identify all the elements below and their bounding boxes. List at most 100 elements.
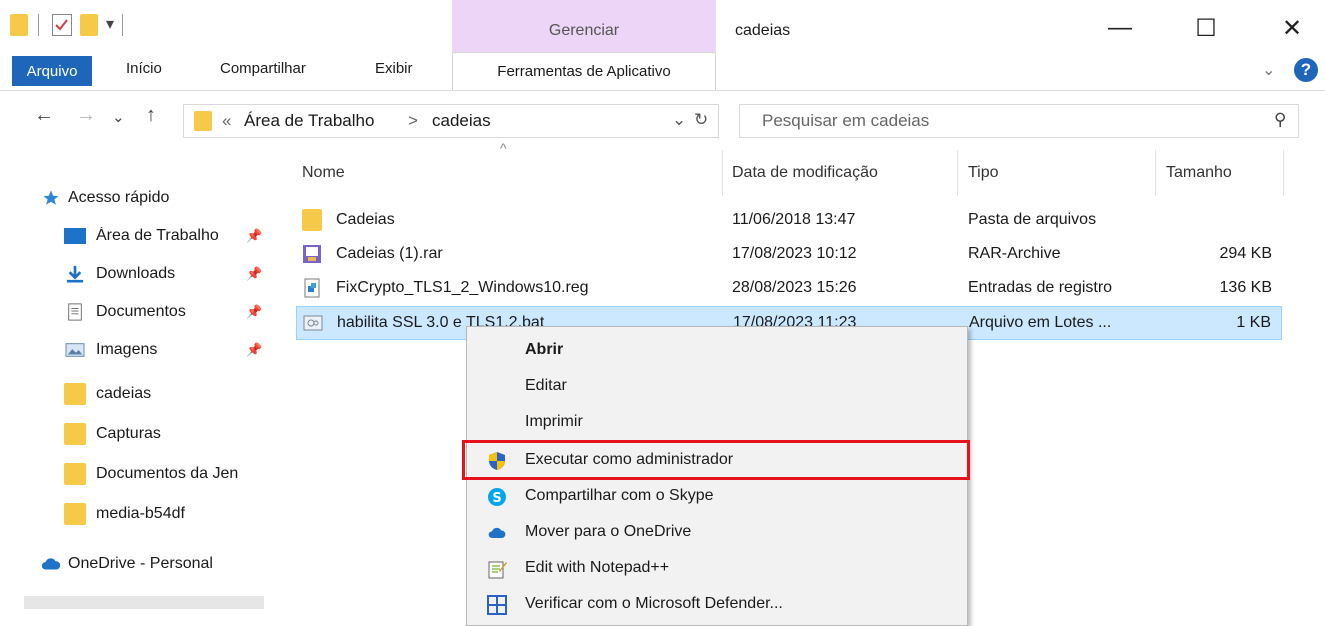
defender-icon bbox=[487, 595, 507, 615]
search-input[interactable]: Pesquisar em cadeias bbox=[762, 111, 929, 131]
tab-application-tools-label: Ferramentas de Aplicativo bbox=[497, 63, 671, 80]
column-divider[interactable] bbox=[1283, 150, 1284, 196]
column-header-date[interactable]: Data de modificação bbox=[732, 164, 878, 182]
sidebar-item-label: media-b54df bbox=[96, 505, 185, 522]
back-button[interactable]: ← bbox=[34, 104, 54, 127]
address-bar[interactable]: « Área de Trabalho > cadeias ⌄ ↻ bbox=[183, 104, 719, 138]
file-date: 28/08/2023 15:26 bbox=[732, 279, 857, 296]
address-dropdown-icon[interactable]: ⌄ bbox=[672, 110, 686, 130]
highlight-annotation-box bbox=[462, 440, 970, 480]
pin-icon[interactable]: 📌 bbox=[246, 228, 262, 244]
sidebar-item-media[interactable]: media-b54df bbox=[0, 496, 268, 532]
file-type: Arquivo em Lotes ... bbox=[969, 314, 1112, 331]
sidebar-item-downloads[interactable]: Downloads 📌 bbox=[0, 256, 268, 292]
breadcrumb-overflow[interactable]: « bbox=[222, 111, 231, 131]
images-icon bbox=[65, 343, 85, 357]
separator bbox=[122, 14, 123, 36]
sidebar-item-label: Imagens bbox=[96, 341, 158, 358]
manage-tab-group: Gerenciar bbox=[452, 0, 716, 52]
close-button[interactable]: ✕ bbox=[1262, 10, 1322, 46]
table-row[interactable]: Cadeias 11/06/2018 13:47 Pasta de arquiv… bbox=[296, 204, 1282, 238]
window-title: cadeias bbox=[735, 22, 791, 39]
menu-item-label: Verificar com o Microsoft Defender... bbox=[525, 595, 783, 612]
pin-icon[interactable]: 📌 bbox=[246, 342, 262, 358]
tab-view[interactable]: Exibir bbox=[375, 60, 413, 77]
table-row[interactable]: Cadeias (1).rar 17/08/2023 10:12 RAR-Arc… bbox=[296, 238, 1282, 272]
maximize-button[interactable]: ☐ bbox=[1176, 10, 1236, 46]
new-folder-icon[interactable] bbox=[80, 14, 98, 36]
folder-icon bbox=[64, 503, 86, 525]
notepadpp-icon bbox=[488, 561, 507, 579]
properties-icon[interactable] bbox=[52, 14, 72, 36]
up-button[interactable]: ↑ bbox=[146, 104, 156, 127]
file-type: RAR-Archive bbox=[968, 245, 1061, 262]
column-divider[interactable] bbox=[722, 150, 723, 196]
help-icon[interactable]: ? bbox=[1294, 58, 1318, 82]
column-divider[interactable] bbox=[1155, 150, 1156, 196]
menu-item-defender-scan[interactable]: Verificar com o Microsoft Defender... bbox=[467, 587, 967, 623]
minimize-button[interactable]: — bbox=[1090, 10, 1150, 46]
sidebar-item-desktop[interactable]: Área de Trabalho 📌 bbox=[0, 218, 268, 254]
ribbon-collapse-icon[interactable]: ⌄ bbox=[1262, 60, 1275, 80]
search-icon[interactable]: ⚲ bbox=[1274, 110, 1286, 130]
menu-item-open[interactable]: Abrir bbox=[467, 333, 967, 369]
table-row[interactable]: FixCrypto_TLS1_2_Windows10.reg 28/08/202… bbox=[296, 272, 1282, 306]
sidebar-item-capturas[interactable]: Capturas bbox=[0, 416, 268, 452]
menu-item-print[interactable]: Imprimir bbox=[467, 405, 967, 441]
search-box[interactable]: Pesquisar em cadeias ⚲ bbox=[739, 104, 1299, 138]
column-header-name[interactable]: Nome bbox=[302, 164, 345, 182]
menu-item-label: Compartilhar com o Skype bbox=[525, 487, 714, 504]
folder-icon bbox=[64, 463, 86, 485]
sidebar-item-documents[interactable]: Documentos 📌 bbox=[0, 294, 268, 330]
breadcrumb-cadeias[interactable]: cadeias bbox=[432, 111, 491, 131]
file-type: Pasta de arquivos bbox=[968, 211, 1097, 228]
tab-application-tools[interactable]: Ferramentas de Aplicativo bbox=[452, 52, 716, 90]
pin-icon[interactable]: 📌 bbox=[246, 304, 262, 320]
folder-icon bbox=[194, 111, 212, 131]
file-size: 294 KB bbox=[1219, 245, 1272, 262]
tab-share[interactable]: Compartilhar bbox=[220, 60, 306, 77]
menu-item-edit-notepadpp[interactable]: Edit with Notepad++ bbox=[467, 551, 967, 587]
tab-file[interactable]: Arquivo bbox=[12, 56, 92, 86]
column-header-type[interactable]: Tipo bbox=[968, 164, 999, 182]
onedrive-icon bbox=[488, 527, 506, 538]
skype-icon: S bbox=[488, 488, 506, 506]
sidebar-item-onedrive[interactable]: OneDrive - Personal bbox=[0, 546, 268, 582]
reg-icon bbox=[304, 278, 320, 298]
document-icon bbox=[68, 303, 82, 321]
sidebar-item-label: Acesso rápido bbox=[68, 189, 170, 206]
forward-button[interactable]: → bbox=[76, 104, 96, 127]
file-date: 11/06/2018 13:47 bbox=[732, 211, 856, 228]
bat-icon bbox=[303, 315, 323, 331]
sidebar-item-cadeias[interactable]: cadeias bbox=[0, 376, 268, 412]
breadcrumb-separator[interactable]: > bbox=[408, 111, 418, 131]
tab-home[interactable]: Início bbox=[126, 60, 162, 77]
customize-quick-access[interactable]: ▾ bbox=[106, 14, 114, 34]
pin-icon[interactable]: 📌 bbox=[246, 266, 262, 282]
folder-icon bbox=[64, 383, 86, 405]
sidebar-item-label: Downloads bbox=[96, 265, 176, 282]
column-divider[interactable] bbox=[957, 150, 958, 196]
menu-item-edit[interactable]: Editar bbox=[467, 369, 967, 405]
sidebar-item-label: Documentos da Jen bbox=[96, 465, 239, 482]
menu-item-share-skype[interactable]: S Compartilhar com o Skype bbox=[467, 479, 967, 515]
manage-tab-group-label: Gerenciar bbox=[548, 22, 620, 39]
refresh-icon[interactable]: ↻ bbox=[694, 110, 708, 130]
sort-ascending-icon: ^ bbox=[500, 140, 507, 156]
folder-icon bbox=[302, 209, 322, 231]
sidebar-item-quick-access[interactable]: Acesso rápido bbox=[0, 180, 268, 216]
sidebar-item-documentos-da-jen[interactable]: Documentos da Jen bbox=[0, 456, 268, 492]
sidebar-item-images[interactable]: Imagens 📌 bbox=[0, 332, 268, 368]
folder-icon[interactable] bbox=[10, 14, 28, 36]
sidebar-item-label: Área de Trabalho bbox=[96, 227, 219, 244]
recent-locations-button[interactable]: ⌄ bbox=[112, 108, 125, 126]
column-header-size[interactable]: Tamanho bbox=[1166, 164, 1232, 182]
menu-item-label: Abrir bbox=[525, 341, 564, 358]
file-type: Entradas de registro bbox=[968, 279, 1113, 296]
menu-item-move-onedrive[interactable]: Mover para o OneDrive bbox=[467, 515, 967, 551]
sidebar-item-partial bbox=[24, 596, 264, 609]
file-size: 136 KB bbox=[1219, 279, 1272, 296]
desktop-icon bbox=[64, 228, 86, 244]
breadcrumb-desktop[interactable]: Área de Trabalho bbox=[244, 111, 374, 131]
file-date: 17/08/2023 10:12 bbox=[732, 245, 857, 262]
